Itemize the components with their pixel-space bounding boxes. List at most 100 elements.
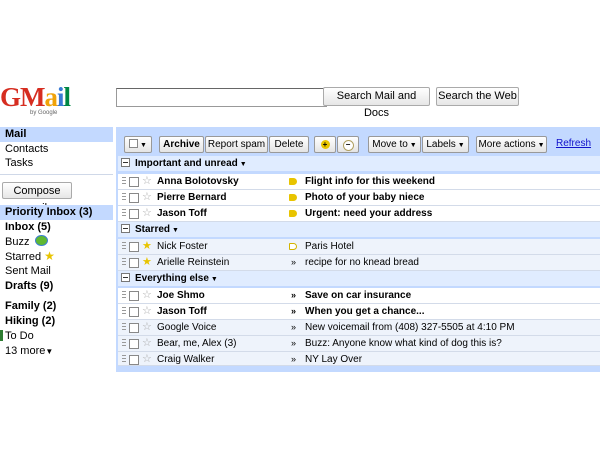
- email-row[interactable]: ☆ Bear, me, Alex (3) » Buzz: Anyone know…: [118, 336, 600, 352]
- nav-priority-inbox[interactable]: Priority Inbox (3): [5, 206, 110, 219]
- email-subject: Photo of your baby niece: [305, 192, 425, 203]
- email-row[interactable]: ☆ Google Voice » New voicemail from (408…: [118, 320, 600, 336]
- move-to-dropdown[interactable]: Move to ▼: [368, 136, 421, 153]
- drag-handle-icon[interactable]: [122, 307, 126, 316]
- archive-button[interactable]: Archive: [159, 136, 204, 153]
- important-marker-icon[interactable]: [289, 210, 297, 217]
- row-checkbox[interactable]: [129, 355, 139, 365]
- nav-buzz[interactable]: Buzz: [5, 235, 48, 249]
- email-sender: Joe Shmo: [157, 290, 205, 301]
- email-subject: Save on car insurance: [305, 290, 412, 301]
- drag-handle-icon[interactable]: [122, 209, 126, 218]
- more-actions-label: More actions: [478, 139, 536, 150]
- star-outline-icon[interactable]: ☆: [142, 190, 152, 205]
- not-important-marker-icon[interactable]: [289, 243, 297, 250]
- email-row[interactable]: ☆ Anna Bolotovsky Flight info for this w…: [118, 174, 600, 190]
- nav-sent-mail[interactable]: Sent Mail: [5, 265, 118, 278]
- chevron-down-icon: ▼: [455, 142, 465, 149]
- email-row[interactable]: ★ Nick Foster Paris Hotel: [118, 239, 600, 255]
- email-row[interactable]: ☆ Craig Walker » NY Lay Over: [118, 352, 600, 366]
- nav-inbox[interactable]: Inbox (5): [5, 221, 118, 234]
- drag-handle-icon[interactable]: [122, 323, 126, 332]
- email-subject: When you get a chance...: [305, 306, 425, 317]
- star-outline-icon[interactable]: ☆: [142, 304, 152, 319]
- refresh-link[interactable]: Refresh: [556, 138, 591, 149]
- email-row[interactable]: ☆ Pierre Bernard Photo of your baby niec…: [118, 190, 600, 206]
- chevron-right-icon: »: [291, 306, 297, 316]
- drag-handle-icon[interactable]: [122, 193, 126, 202]
- email-sender: Arielle Reinstein: [157, 257, 230, 268]
- section-important-unread[interactable]: Important and unread ▼: [118, 156, 600, 171]
- email-row[interactable]: ☆ Jason Toff Urgent: need your address: [118, 206, 600, 222]
- more-actions-dropdown[interactable]: More actions ▼: [476, 136, 547, 153]
- row-checkbox[interactable]: [129, 323, 139, 333]
- report-spam-button[interactable]: Report spam: [205, 136, 268, 153]
- labels-dropdown[interactable]: Labels ▼: [422, 136, 469, 153]
- star-filled-icon[interactable]: ★: [142, 239, 152, 254]
- row-checkbox[interactable]: [129, 242, 139, 252]
- drag-handle-icon[interactable]: [122, 355, 126, 364]
- email-subject: Buzz: Anyone know what kind of dog this …: [305, 338, 502, 349]
- section-starred[interactable]: Starred ▼: [118, 222, 600, 237]
- row-checkbox[interactable]: [129, 339, 139, 349]
- email-row[interactable]: ★ Arielle Reinstein » recipe for no knea…: [118, 255, 600, 271]
- row-checkbox[interactable]: [129, 177, 139, 187]
- delete-button[interactable]: Delete: [269, 136, 309, 153]
- drag-handle-icon[interactable]: [122, 242, 126, 251]
- chevron-right-icon: »: [291, 354, 297, 364]
- select-checkbox-dropdown[interactable]: ▼: [124, 136, 152, 153]
- compose-mail-button[interactable]: Compose mail: [2, 182, 72, 214]
- chevron-right-icon: »: [291, 257, 297, 267]
- chevron-down-icon: ▼: [237, 161, 247, 168]
- section-title: Everything else: [135, 273, 209, 284]
- email-sender: Bear, me, Alex (3): [157, 338, 237, 349]
- nav-label-family[interactable]: Family (2): [5, 300, 118, 313]
- nav-contacts[interactable]: Contacts: [5, 143, 105, 156]
- nav-drafts[interactable]: Drafts (9): [5, 280, 118, 293]
- email-subject: recipe for no knead bread: [305, 257, 419, 268]
- mark-not-important-button[interactable]: −: [337, 136, 359, 153]
- email-sender: Jason Toff: [157, 306, 207, 317]
- star-outline-icon[interactable]: ☆: [142, 352, 152, 365]
- nav-starred[interactable]: Starred ★: [5, 250, 55, 264]
- collapse-icon: [121, 224, 130, 233]
- star-filled-icon[interactable]: ★: [142, 255, 152, 270]
- chevron-right-icon: »: [291, 290, 297, 300]
- nav-more-labels[interactable]: 13 more▼: [5, 345, 53, 358]
- search-input[interactable]: [116, 88, 327, 107]
- drag-handle-icon[interactable]: [122, 258, 126, 267]
- email-sender: Jason Toff: [157, 208, 207, 219]
- row-checkbox[interactable]: [129, 193, 139, 203]
- section-everything-else[interactable]: Everything else ▼: [118, 271, 600, 286]
- email-row[interactable]: ☆ Jason Toff » When you get a chance...: [118, 304, 600, 320]
- email-subject: NY Lay Over: [305, 354, 363, 365]
- star-outline-icon[interactable]: ☆: [142, 320, 152, 335]
- email-row[interactable]: ☆ Joe Shmo » Save on car insurance: [118, 288, 600, 304]
- row-checkbox[interactable]: [129, 307, 139, 317]
- nav-mail[interactable]: Mail: [5, 128, 105, 141]
- section-title: Important and unread: [135, 158, 238, 169]
- nav-label-todo[interactable]: To Do: [5, 330, 118, 343]
- row-checkbox[interactable]: [129, 258, 139, 268]
- gmail-logo[interactable]: GMail by Google: [0, 84, 71, 120]
- star-outline-icon[interactable]: ☆: [142, 206, 152, 221]
- star-outline-icon[interactable]: ☆: [142, 288, 152, 303]
- logo-subtext: by Google: [30, 110, 58, 116]
- search-web-button[interactable]: Search the Web: [436, 87, 519, 106]
- nav-tasks[interactable]: Tasks: [5, 157, 105, 170]
- nav-label-hiking[interactable]: Hiking (2): [5, 315, 118, 328]
- mark-important-button[interactable]: +: [314, 136, 336, 153]
- chevron-down-icon: ▼: [45, 347, 54, 356]
- row-checkbox[interactable]: [129, 209, 139, 219]
- important-marker-icon[interactable]: [289, 194, 297, 201]
- collapse-icon: [121, 158, 130, 167]
- row-checkbox[interactable]: [129, 291, 139, 301]
- star-outline-icon[interactable]: ☆: [142, 174, 152, 189]
- drag-handle-icon[interactable]: [122, 291, 126, 300]
- drag-handle-icon[interactable]: [122, 339, 126, 348]
- star-outline-icon[interactable]: ☆: [142, 336, 152, 351]
- important-marker-icon[interactable]: [289, 178, 297, 185]
- chevron-down-icon: ▼: [208, 276, 218, 283]
- search-mail-button[interactable]: Search Mail and Docs: [323, 87, 430, 119]
- drag-handle-icon[interactable]: [122, 177, 126, 186]
